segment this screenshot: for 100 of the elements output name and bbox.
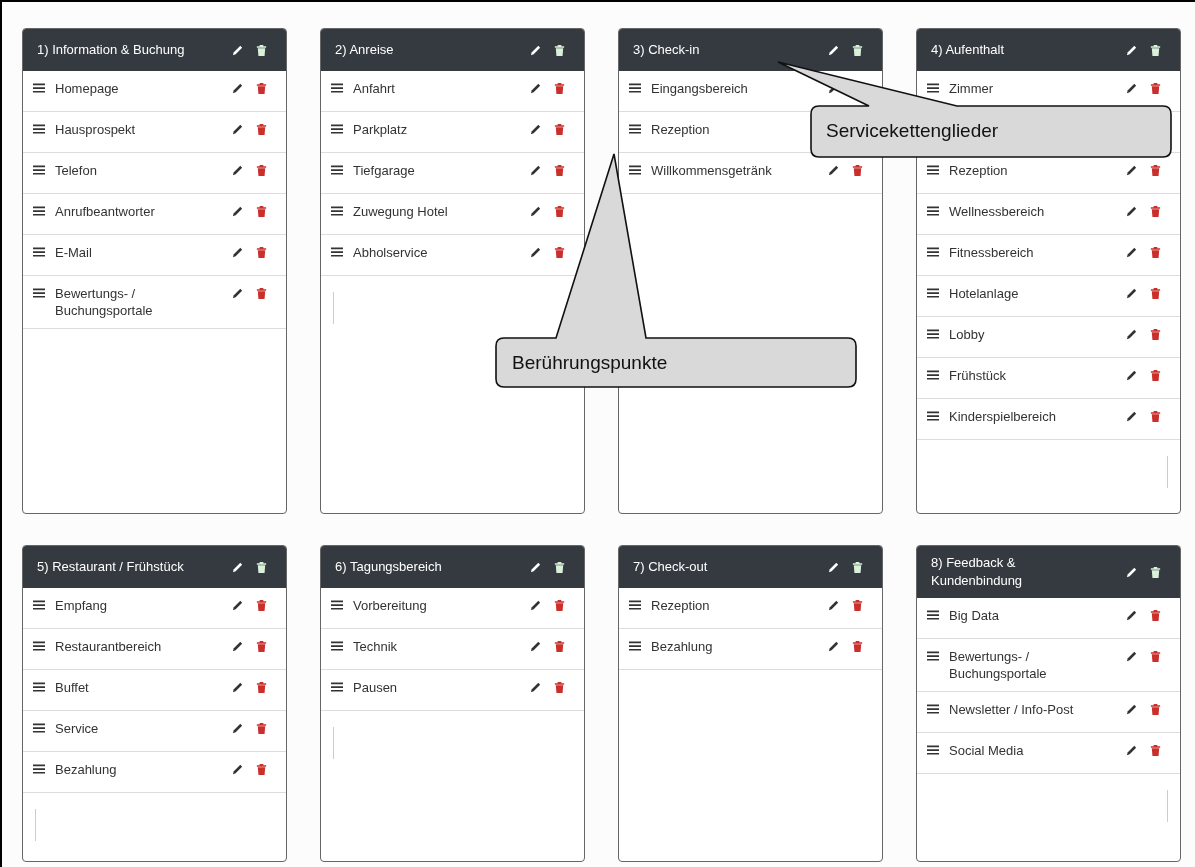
hamburger-icon[interactable] xyxy=(33,247,45,257)
list-item[interactable]: Bezahlung xyxy=(619,629,882,670)
trash-icon[interactable] xyxy=(255,43,268,57)
pencil-icon[interactable] xyxy=(231,763,244,776)
trash-icon[interactable] xyxy=(553,246,566,259)
hamburger-icon[interactable] xyxy=(33,682,45,692)
pencil-icon[interactable] xyxy=(231,560,244,574)
pencil-icon[interactable] xyxy=(1125,609,1138,622)
list-item[interactable]: Technik xyxy=(321,629,584,670)
pencil-icon[interactable] xyxy=(231,82,244,95)
hamburger-icon[interactable] xyxy=(629,165,641,175)
list-item[interactable]: Homepage xyxy=(23,71,286,112)
pencil-icon[interactable] xyxy=(1125,744,1138,757)
list-item[interactable]: Restaurantbereich xyxy=(23,629,286,670)
list-item[interactable]: Wellnessbereich xyxy=(917,194,1180,235)
pencil-icon[interactable] xyxy=(529,246,542,259)
trash-icon[interactable] xyxy=(255,599,268,612)
list-item[interactable]: Telefon xyxy=(23,153,286,194)
pencil-icon[interactable] xyxy=(827,599,840,612)
list-item[interactable]: Pausen xyxy=(321,670,584,711)
pencil-icon[interactable] xyxy=(827,164,840,177)
hamburger-icon[interactable] xyxy=(629,124,641,134)
hamburger-icon[interactable] xyxy=(927,610,939,620)
hamburger-icon[interactable] xyxy=(927,704,939,714)
hamburger-icon[interactable] xyxy=(927,370,939,380)
pencil-icon[interactable] xyxy=(231,722,244,735)
list-item[interactable]: Bewertungs- / Buchungsportale xyxy=(23,276,286,329)
trash-icon[interactable] xyxy=(255,164,268,177)
pencil-icon[interactable] xyxy=(529,599,542,612)
list-item[interactable]: Fitnessbereich xyxy=(917,235,1180,276)
trash-icon[interactable] xyxy=(553,82,566,95)
pencil-icon[interactable] xyxy=(231,246,244,259)
pencil-icon[interactable] xyxy=(231,205,244,218)
list-item[interactable]: Zuwegung Hotel xyxy=(321,194,584,235)
pencil-icon[interactable] xyxy=(1125,43,1138,57)
trash-icon[interactable] xyxy=(1149,164,1162,177)
pencil-icon[interactable] xyxy=(827,43,840,57)
trash-icon[interactable] xyxy=(1149,565,1162,579)
hamburger-icon[interactable] xyxy=(927,329,939,339)
pencil-icon[interactable] xyxy=(231,43,244,57)
hamburger-icon[interactable] xyxy=(927,83,939,93)
trash-icon[interactable] xyxy=(255,287,268,300)
trash-icon[interactable] xyxy=(553,560,566,574)
pencil-icon[interactable] xyxy=(1125,565,1138,579)
hamburger-icon[interactable] xyxy=(33,206,45,216)
trash-icon[interactable] xyxy=(851,43,864,57)
list-item[interactable]: Lobby xyxy=(917,317,1180,358)
hamburger-icon[interactable] xyxy=(331,83,343,93)
hamburger-icon[interactable] xyxy=(927,411,939,421)
trash-icon[interactable] xyxy=(553,205,566,218)
hamburger-icon[interactable] xyxy=(33,723,45,733)
trash-icon[interactable] xyxy=(255,205,268,218)
list-item[interactable]: Tiefgarage xyxy=(321,153,584,194)
trash-icon[interactable] xyxy=(851,560,864,574)
pencil-icon[interactable] xyxy=(1125,410,1138,423)
trash-icon[interactable] xyxy=(851,599,864,612)
trash-icon[interactable] xyxy=(255,763,268,776)
trash-icon[interactable] xyxy=(255,681,268,694)
hamburger-icon[interactable] xyxy=(629,83,641,93)
list-item[interactable]: Bewertungs- / Buchungsportale xyxy=(917,639,1180,692)
hamburger-icon[interactable] xyxy=(331,641,343,651)
hamburger-icon[interactable] xyxy=(927,247,939,257)
trash-icon[interactable] xyxy=(1149,369,1162,382)
trash-icon[interactable] xyxy=(1149,410,1162,423)
trash-icon[interactable] xyxy=(1149,650,1162,663)
hamburger-icon[interactable] xyxy=(33,764,45,774)
pencil-icon[interactable] xyxy=(529,205,542,218)
hamburger-icon[interactable] xyxy=(331,165,343,175)
pencil-icon[interactable] xyxy=(529,123,542,136)
pencil-icon[interactable] xyxy=(529,164,542,177)
pencil-icon[interactable] xyxy=(231,599,244,612)
trash-icon[interactable] xyxy=(553,640,566,653)
list-item[interactable]: Social Media xyxy=(917,733,1180,774)
list-item[interactable]: Empfang xyxy=(23,588,286,629)
trash-icon[interactable] xyxy=(553,164,566,177)
hamburger-icon[interactable] xyxy=(33,641,45,651)
pencil-icon[interactable] xyxy=(529,560,542,574)
pencil-icon[interactable] xyxy=(529,681,542,694)
pencil-icon[interactable] xyxy=(529,640,542,653)
list-item[interactable]: Vorbereitung xyxy=(321,588,584,629)
hamburger-icon[interactable] xyxy=(331,682,343,692)
hamburger-icon[interactable] xyxy=(927,165,939,175)
trash-icon[interactable] xyxy=(553,599,566,612)
trash-icon[interactable] xyxy=(1149,609,1162,622)
trash-icon[interactable] xyxy=(255,123,268,136)
hamburger-icon[interactable] xyxy=(331,600,343,610)
trash-icon[interactable] xyxy=(255,560,268,574)
pencil-icon[interactable] xyxy=(1125,82,1138,95)
trash-icon[interactable] xyxy=(1149,246,1162,259)
trash-icon[interactable] xyxy=(255,82,268,95)
trash-icon[interactable] xyxy=(553,681,566,694)
pencil-icon[interactable] xyxy=(231,640,244,653)
trash-icon[interactable] xyxy=(255,246,268,259)
list-item[interactable]: Frühstück xyxy=(917,358,1180,399)
list-item[interactable]: Hotelanlage xyxy=(917,276,1180,317)
trash-icon[interactable] xyxy=(1149,328,1162,341)
pencil-icon[interactable] xyxy=(827,640,840,653)
hamburger-icon[interactable] xyxy=(331,124,343,134)
list-item[interactable]: Newsletter / Info-Post xyxy=(917,692,1180,733)
trash-icon[interactable] xyxy=(1149,744,1162,757)
